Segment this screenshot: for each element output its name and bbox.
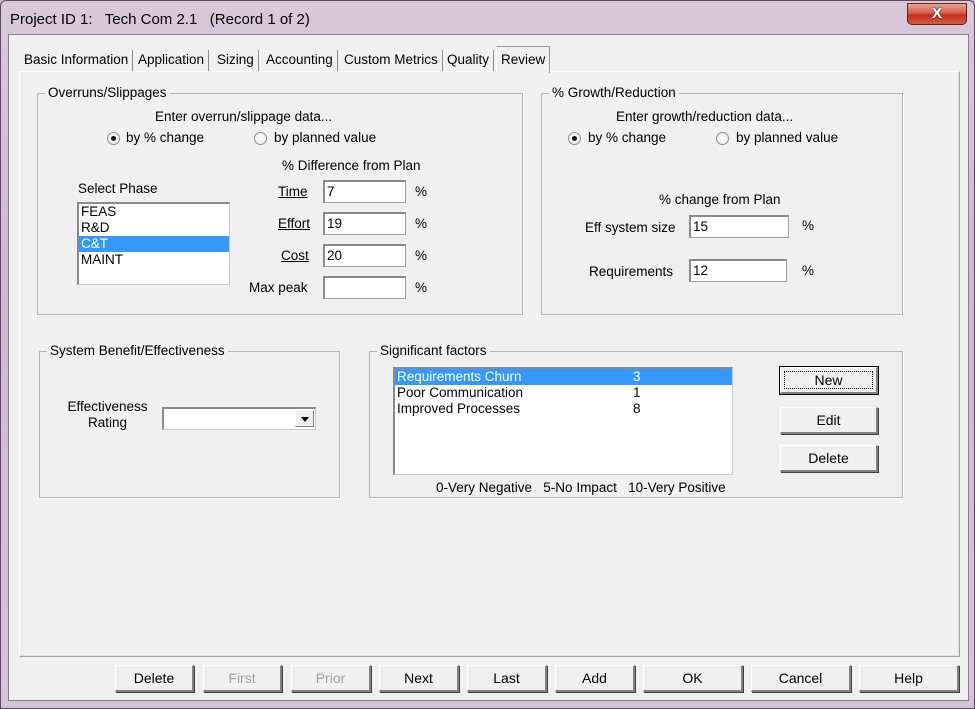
- ok-button[interactable]: OK: [643, 665, 743, 692]
- diff-from-plan-header: % Difference from Plan: [282, 158, 421, 173]
- factor-item[interactable]: Improved Processes 8: [395, 401, 732, 417]
- effort-unit: %: [415, 216, 428, 231]
- delete-factor-button[interactable]: Delete: [780, 445, 878, 472]
- new-factor-button[interactable]: New: [779, 366, 879, 395]
- phase-item-selected[interactable]: C&T: [79, 236, 229, 252]
- eff-system-size-label: Eff system size: [585, 220, 676, 235]
- next-record-button[interactable]: Next: [379, 665, 459, 692]
- close-icon: X: [931, 5, 942, 22]
- time-input[interactable]: 7: [323, 180, 406, 203]
- add-record-button[interactable]: Add: [555, 665, 635, 692]
- change-from-plan-header: % change from Plan: [659, 192, 781, 207]
- select-phase-label: Select Phase: [78, 181, 158, 196]
- help-button[interactable]: Help: [859, 665, 959, 692]
- tab-custom-metrics[interactable]: Custom Metrics: [340, 50, 443, 72]
- overruns-radio-pct-label[interactable]: by % change: [126, 130, 204, 145]
- effort-input[interactable]: 19: [323, 212, 406, 235]
- phase-item[interactable]: FEAS: [79, 204, 229, 220]
- overruns-prompt: Enter overrun/slippage data...: [155, 109, 333, 124]
- overruns-radio-planned-label[interactable]: by planned value: [274, 130, 376, 145]
- time-label: Time: [278, 184, 308, 199]
- max-peak-label: Max peak: [249, 280, 308, 295]
- factor-item[interactable]: Poor Communication 1: [395, 385, 732, 401]
- overruns-group-title: Overruns/Slippages: [45, 85, 170, 101]
- effectiveness-rating-dropdown[interactable]: [162, 407, 316, 430]
- dialog-client-area: Basic Information Application Sizing Acc…: [8, 34, 969, 701]
- requirements-label: Requirements: [589, 264, 674, 279]
- max-peak-unit: %: [415, 280, 428, 295]
- overruns-radio-pct-change[interactable]: [107, 132, 120, 145]
- growth-radio-pct-change[interactable]: [568, 132, 581, 145]
- phase-listbox[interactable]: FEAS R&D C&T MAINT: [77, 202, 230, 285]
- requirements-input[interactable]: 12: [689, 259, 787, 282]
- effectiveness-rating-label: Effectiveness Rating: [67, 399, 148, 430]
- window-title: Project ID 1: Tech Com 2.1 (Record 1 of …: [10, 11, 310, 28]
- factor-item-selected[interactable]: Requirements Churn 3: [395, 369, 732, 385]
- requirements-unit: %: [802, 263, 815, 278]
- factors-scale-legend: 0-Very Negative 5-No Impact 10-Very Posi…: [436, 480, 726, 495]
- growth-radio-planned-label[interactable]: by planned value: [736, 130, 838, 145]
- overruns-radio-planned-value[interactable]: [254, 132, 267, 145]
- cost-input[interactable]: 20: [323, 244, 406, 267]
- growth-group-title: % Growth/Reduction: [549, 85, 679, 101]
- effort-label: Effort: [278, 216, 311, 231]
- growth-group: % Growth/Reduction Enter growth/reductio…: [541, 85, 903, 315]
- growth-radio-pct-label[interactable]: by % change: [588, 130, 666, 145]
- tab-accounting[interactable]: Accounting: [262, 50, 338, 72]
- edit-factor-button[interactable]: Edit: [780, 407, 878, 434]
- cost-label: Cost: [281, 248, 309, 263]
- last-record-button[interactable]: Last: [467, 665, 547, 692]
- first-record-button[interactable]: First: [203, 665, 282, 692]
- tab-review[interactable]: Review: [496, 46, 551, 73]
- benefit-group: System Benefit/Effectiveness Effectivene…: [39, 343, 340, 498]
- dialog-window: Project ID 1: Tech Com 2.1 (Record 1 of …: [0, 0, 975, 709]
- delete-record-button[interactable]: Delete: [115, 665, 194, 692]
- title-bar[interactable]: Project ID 1: Tech Com 2.1 (Record 1 of …: [1, 1, 974, 37]
- eff-system-size-unit: %: [802, 218, 815, 233]
- cost-unit: %: [415, 248, 428, 263]
- close-button[interactable]: X: [907, 3, 967, 25]
- overruns-group: Overruns/Slippages Enter overrun/slippag…: [37, 85, 523, 315]
- factors-listbox[interactable]: Requirements Churn 3 Poor Communication …: [393, 367, 733, 475]
- phase-item[interactable]: R&D: [79, 220, 229, 236]
- review-tab-panel: Overruns/Slippages Enter overrun/slippag…: [19, 71, 960, 657]
- eff-system-size-input[interactable]: 15: [689, 215, 789, 238]
- prior-record-button[interactable]: Prior: [291, 665, 371, 692]
- tab-quality[interactable]: Quality: [443, 50, 495, 72]
- time-unit: %: [415, 184, 428, 199]
- phase-item[interactable]: MAINT: [79, 252, 229, 268]
- growth-radio-planned-value[interactable]: [716, 132, 729, 145]
- cancel-button[interactable]: Cancel: [751, 665, 851, 692]
- factors-group-title: Significant factors: [377, 343, 490, 359]
- tab-sizing[interactable]: Sizing: [213, 50, 259, 72]
- chevron-down-icon[interactable]: [295, 410, 314, 427]
- benefit-group-title: System Benefit/Effectiveness: [47, 343, 228, 359]
- growth-prompt: Enter growth/reduction data...: [616, 109, 794, 124]
- factors-group: Significant factors Requirements Churn 3…: [369, 343, 903, 498]
- tab-basic-information[interactable]: Basic Information: [20, 50, 134, 72]
- max-peak-input[interactable]: [323, 276, 406, 299]
- tab-application[interactable]: Application: [134, 50, 210, 72]
